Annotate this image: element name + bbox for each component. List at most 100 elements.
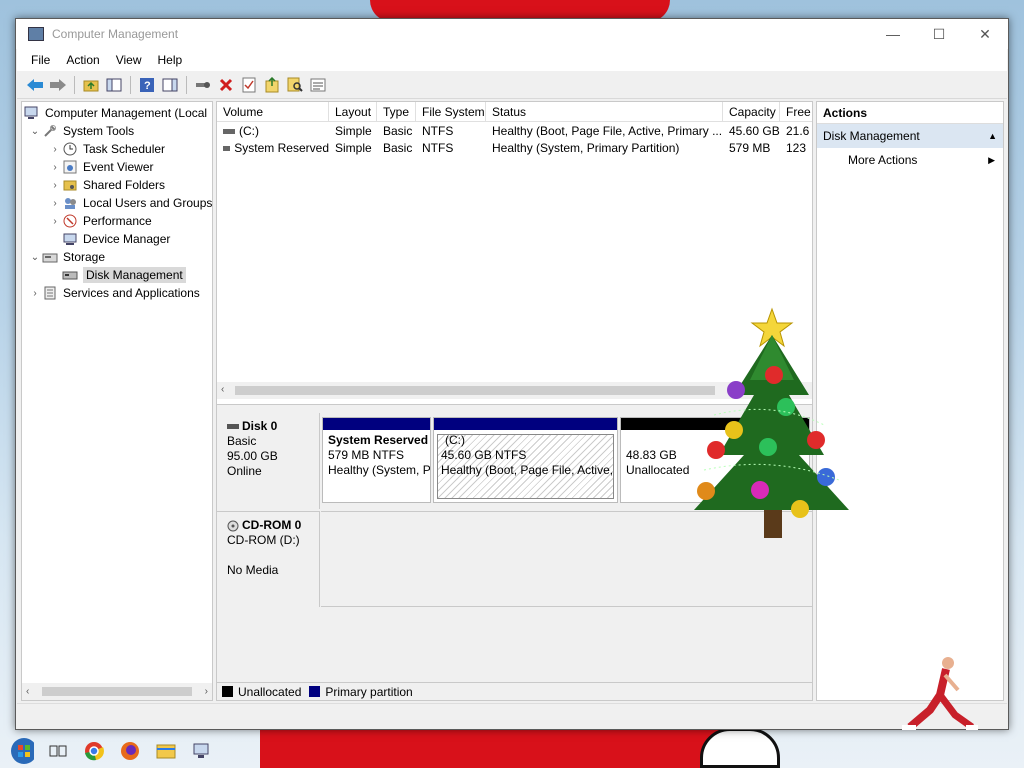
column-header-type[interactable]: Type xyxy=(377,102,416,121)
disk-name: CD-ROM 0 xyxy=(242,518,302,532)
tree-horizontal-scrollbar[interactable]: ‹ › xyxy=(22,683,212,700)
christmas-tree-decoration xyxy=(694,307,849,538)
back-icon[interactable] xyxy=(25,75,45,95)
forward-icon[interactable] xyxy=(48,75,68,95)
partition-system-reserved[interactable]: System Reserved 579 MB NTFS Healthy (Sys… xyxy=(322,417,431,503)
tree-item-device-manager[interactable]: Device Manager xyxy=(62,230,170,248)
tree-root[interactable]: Computer Management (Local xyxy=(24,104,207,122)
partition-status: Healthy (System, P xyxy=(328,463,430,477)
properties-panel-icon[interactable] xyxy=(160,75,180,95)
tree-item-services-apps[interactable]: › Services and Applications xyxy=(28,284,200,302)
svg-text:?: ? xyxy=(144,80,151,92)
connect-icon[interactable] xyxy=(193,75,213,95)
disk-0-label[interactable]: Disk 0 Basic 95.00 GB Online xyxy=(217,413,320,509)
tree-item-system-tools[interactable]: ⌄ System Tools xyxy=(28,122,134,140)
chevron-right-icon[interactable]: › xyxy=(48,216,62,227)
chevron-right-icon[interactable]: › xyxy=(28,288,42,299)
table-row[interactable]: System Reserved Simple Basic NTFS Health… xyxy=(217,140,812,157)
scroll-left-icon[interactable]: ‹ xyxy=(26,686,29,697)
column-header-layout[interactable]: Layout xyxy=(329,102,377,121)
search-icon[interactable] xyxy=(285,75,305,95)
legend-label-unallocated: Unallocated xyxy=(238,684,302,699)
menu-file[interactable]: File xyxy=(23,53,58,67)
scroll-left-icon[interactable]: ‹ xyxy=(221,384,224,395)
menu-view[interactable]: View xyxy=(108,53,150,67)
column-header-volume[interactable]: Volume xyxy=(217,102,329,121)
partition-size: 45.60 GB NTFS xyxy=(441,448,527,462)
disk-state: Online xyxy=(227,464,262,478)
collapse-up-icon[interactable]: ▲ xyxy=(988,124,997,148)
help-icon[interactable]: ? xyxy=(137,75,157,95)
chevron-right-icon[interactable]: › xyxy=(48,180,62,191)
toolbar: ? xyxy=(17,71,1007,99)
actions-section-label: Disk Management xyxy=(823,129,920,143)
scrollbar-thumb[interactable] xyxy=(42,687,192,696)
cdrom-0-label[interactable]: CD-ROM 0 CD-ROM (D:) No Media xyxy=(217,511,320,607)
tree-item-disk-management[interactable]: Disk Management xyxy=(62,266,186,284)
clock-icon xyxy=(62,142,78,156)
export-icon[interactable] xyxy=(262,75,282,95)
chrome-icon[interactable] xyxy=(82,739,106,763)
tree-item-local-users[interactable]: › Local Users and Groups xyxy=(48,194,212,212)
column-header-free[interactable]: Free xyxy=(780,102,812,121)
menu-action[interactable]: Action xyxy=(58,53,107,67)
tree-item-label: Local Users and Groups xyxy=(83,196,213,210)
volume-name: System Reserved xyxy=(234,141,329,155)
scroll-right-icon[interactable]: › xyxy=(205,686,208,697)
actions-section-disk-management[interactable]: Disk Management ▲ xyxy=(817,124,1003,148)
toolbar-separator xyxy=(74,75,75,94)
task-view-icon[interactable] xyxy=(46,739,70,763)
up-folder-icon[interactable] xyxy=(81,75,101,95)
volume-fs: NTFS xyxy=(422,141,454,155)
tree-item-shared-folders[interactable]: › Shared Folders xyxy=(48,176,165,194)
disk-state: No Media xyxy=(227,563,279,577)
show-hide-tree-icon[interactable] xyxy=(104,75,124,95)
more-actions-item[interactable]: More Actions ▶ xyxy=(817,148,1003,172)
event-icon xyxy=(62,160,78,174)
column-header-status[interactable]: Status xyxy=(486,102,723,121)
tree-item-label: Storage xyxy=(63,250,106,264)
list-icon[interactable] xyxy=(308,75,328,95)
performance-icon xyxy=(62,214,78,228)
title-bar[interactable]: Computer Management — ☐ ✕ xyxy=(16,19,1008,49)
check-icon[interactable] xyxy=(239,75,259,95)
chevron-right-icon[interactable]: › xyxy=(48,162,62,173)
partition-c[interactable]: (C:) 45.60 GB NTFS Healthy (Boot, Page F… xyxy=(433,417,618,503)
close-button[interactable]: ✕ xyxy=(962,19,1008,49)
computer-management-window: Computer Management — ☐ ✕ File Action Vi… xyxy=(15,18,1009,730)
tree-item-label: Services and Applications xyxy=(63,286,200,300)
tree-item-event-viewer[interactable]: › Event Viewer xyxy=(48,158,153,176)
column-header-capacity[interactable]: Capacity xyxy=(723,102,780,121)
more-actions-label: More Actions xyxy=(848,153,918,167)
volume-icon xyxy=(223,145,231,151)
computer-management-taskbar-icon[interactable] xyxy=(190,739,214,763)
file-explorer-icon[interactable] xyxy=(154,739,178,763)
volume-layout: Simple xyxy=(335,124,372,138)
scrollbar-thumb[interactable] xyxy=(235,386,715,395)
chevron-right-icon[interactable]: › xyxy=(48,198,62,209)
firefox-icon[interactable] xyxy=(118,739,142,763)
column-header-file-system[interactable]: File System xyxy=(416,102,486,121)
volume-fs: NTFS xyxy=(422,124,454,138)
partition-type-bar xyxy=(434,418,617,430)
menu-help[interactable]: Help xyxy=(150,53,191,67)
start-icon[interactable] xyxy=(10,738,34,764)
volume-icon xyxy=(223,128,235,134)
maximize-button[interactable]: ☐ xyxy=(916,19,962,49)
tree-item-task-scheduler[interactable]: › Task Scheduler xyxy=(48,140,165,158)
table-row[interactable]: (C:) Simple Basic NTFS Healthy (Boot, Pa… xyxy=(217,123,812,140)
chevron-down-icon[interactable]: ⌄ xyxy=(28,252,42,263)
volume-type: Basic xyxy=(383,124,413,138)
tree-item-performance[interactable]: › Performance xyxy=(48,212,151,230)
volume-free: 123 xyxy=(786,141,807,155)
minimize-button[interactable]: — xyxy=(870,19,916,49)
wallpaper-white-shape xyxy=(700,728,780,768)
delete-icon[interactable] xyxy=(216,75,236,95)
tree-item-label: Task Scheduler xyxy=(83,142,166,156)
computer-management-icon xyxy=(24,106,40,120)
storage-icon xyxy=(42,250,58,264)
volume-capacity: 45.60 GB xyxy=(729,124,780,138)
chevron-right-icon[interactable]: › xyxy=(48,144,62,155)
chevron-down-icon[interactable]: ⌄ xyxy=(28,126,42,137)
tree-item-storage[interactable]: ⌄ Storage xyxy=(28,248,105,266)
